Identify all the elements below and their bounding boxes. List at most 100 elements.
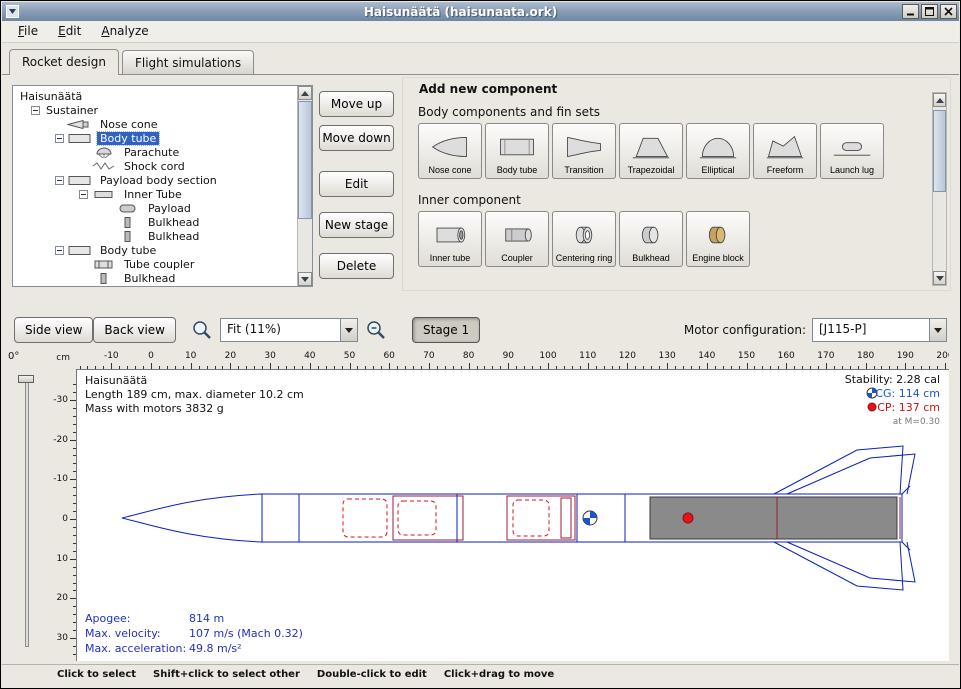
component-button-label: Centering ring <box>556 254 613 264</box>
close-button[interactable] <box>940 4 957 19</box>
view-toolbar: Side view Back view Fit (11%) Stage 1 Mo… <box>2 313 959 347</box>
tree-item-payload-body-section[interactable]: Payload body section <box>13 173 297 187</box>
rocket-name-label: Haisunäätä <box>85 374 147 387</box>
collapse-icon[interactable] <box>55 176 64 185</box>
tree-item-rocket-root[interactable]: Haisunäätä <box>13 89 297 103</box>
delete-button[interactable]: Delete <box>319 253 394 279</box>
menu-analyze[interactable]: Analyze <box>91 21 158 42</box>
tree-item-bulkhead[interactable]: Bulkhead <box>13 215 297 229</box>
tab-flight-simulations[interactable]: Flight simulations <box>122 50 254 74</box>
scroll-down-button[interactable] <box>933 271 946 285</box>
add-centering-ring-button[interactable]: Centering ring <box>552 211 616 267</box>
zoom-in-button[interactable] <box>362 317 390 343</box>
component-button-label: Freeform <box>767 166 804 176</box>
add-body-tube-button[interactable]: Body tube <box>485 123 549 179</box>
add-elliptical-fin-button[interactable]: Elliptical <box>686 123 750 179</box>
scroll-up-button[interactable] <box>933 93 946 107</box>
shock-cord-icon <box>91 160 117 173</box>
minimize-button[interactable] <box>902 4 919 19</box>
horizontal-ruler: -100102030405060708090100110120130140150… <box>76 349 949 369</box>
max-acceleration-label: Max. acceleration: <box>85 642 186 655</box>
stage-1-toggle[interactable]: Stage 1 <box>412 317 480 343</box>
add-inner-tube-button[interactable]: Inner tube <box>418 211 482 267</box>
component-button-label: Bulkhead <box>632 254 670 264</box>
menu-edit[interactable]: Edit <box>48 21 91 42</box>
add-bulkhead-button[interactable]: Bulkhead <box>619 211 683 267</box>
tab-label: Rocket design <box>22 55 106 69</box>
scrollbar-thumb[interactable] <box>298 101 312 219</box>
add-trapezoidal-fin-button[interactable]: Trapezoidal <box>619 123 683 179</box>
chevron-down-icon[interactable] <box>929 319 946 341</box>
rocket-dimensions-label: Length 189 cm, max. diameter 10.2 cm <box>85 388 304 401</box>
chevron-down-icon[interactable] <box>340 319 357 341</box>
new-stage-button[interactable]: New stage <box>319 212 394 238</box>
edit-button[interactable]: Edit <box>319 171 394 197</box>
scroll-down-button[interactable] <box>298 272 312 286</box>
add-launch-lug-button[interactable]: Launch lug <box>820 123 884 179</box>
titlebar[interactable]: Haisunäätä (haisunaata.ork) <box>2 2 959 21</box>
scroll-up-button[interactable] <box>298 86 312 100</box>
window-title: Haisunäätä (haisunaata.ork) <box>19 5 902 19</box>
add-coupler-button[interactable]: Coupler <box>485 211 549 267</box>
rotation-slider-track[interactable] <box>25 375 29 647</box>
tab-label: Flight simulations <box>135 56 241 70</box>
side-view-button[interactable]: Side view <box>14 317 93 343</box>
tree-scrollbar[interactable] <box>297 86 312 286</box>
collapse-icon[interactable] <box>55 134 64 143</box>
cg-value-label: CG: 114 cm <box>875 387 940 400</box>
motor-configuration-select[interactable]: [J115-P] <box>812 318 947 342</box>
add-engine-block-button[interactable]: Engine block <box>686 211 750 267</box>
tree-item-shock-cord[interactable]: Shock cord <box>13 159 297 173</box>
cp-value-label: CP: 137 cm <box>877 401 940 414</box>
body-tube-icon <box>67 174 93 187</box>
magnifier-icon <box>191 319 213 341</box>
zoom-out-button[interactable] <box>188 317 216 343</box>
collapse-icon[interactable] <box>55 246 64 255</box>
tree-item-label: Payload <box>145 202 194 215</box>
rocket-nose-cone[interactable] <box>122 494 262 542</box>
app-window: Haisunäätä (haisunaata.ork) File Edit An… <box>0 0 961 689</box>
minimize-icon <box>906 7 915 16</box>
max-acceleration-value: 49.8 m/s² <box>189 642 242 655</box>
tree-item-nose-cone[interactable]: Nose cone <box>13 117 297 131</box>
rocket-canvas[interactable]: Haisunäätä Length 189 cm, max. diameter … <box>76 369 949 661</box>
rotation-slider-thumb[interactable] <box>18 375 34 383</box>
tree-item-tube-coupler[interactable]: Tube coupler <box>13 257 297 271</box>
add-nose-cone-button[interactable]: Nose cone <box>418 123 482 179</box>
component-button-label: Trapezoidal <box>628 166 675 176</box>
body-tube-icon <box>497 134 537 160</box>
add-transition-button[interactable]: Transition <box>552 123 616 179</box>
flight-stats: Apogee: 814 m Max. velocity: 107 m/s (Ma… <box>85 612 303 655</box>
zoom-level-select[interactable]: Fit (11%) <box>220 318 358 342</box>
tree-item-sustainer[interactable]: Sustainer <box>13 103 297 117</box>
scrollbar-thumb[interactable] <box>933 110 946 192</box>
move-up-button[interactable]: Move up <box>319 91 394 117</box>
body-components-label: Body components and fin sets <box>418 105 950 119</box>
cg-marker <box>583 511 597 525</box>
back-view-button[interactable]: Back view <box>93 317 176 343</box>
move-down-button[interactable]: Move down <box>319 125 394 151</box>
parachute-icon <box>91 146 117 159</box>
menu-file[interactable]: File <box>8 21 48 42</box>
window-menu-icon[interactable] <box>6 5 19 18</box>
tree-item-body-tube-aft[interactable]: Body tube <box>13 243 297 257</box>
tree-item-payload[interactable]: Payload <box>13 201 297 215</box>
component-panel-scrollbar[interactable] <box>932 92 947 286</box>
tree-item-label: Body tube <box>97 132 159 145</box>
hint-shift-click: Shift+click to select other <box>153 669 300 680</box>
collapse-icon[interactable] <box>31 106 40 115</box>
tab-rocket-design[interactable]: Rocket design <box>9 49 119 75</box>
tree-item-label: Sustainer <box>43 104 101 117</box>
collapse-icon[interactable] <box>79 190 88 199</box>
tree-item-bulkhead-aft[interactable]: Bulkhead <box>13 271 297 285</box>
tree-item-parachute[interactable]: Parachute <box>13 145 297 159</box>
tree-item-inner-tube[interactable]: Inner Tube <box>13 187 297 201</box>
arrow-down-icon <box>936 276 944 281</box>
hint-double-click: Double-click to edit <box>317 669 427 680</box>
maximize-button[interactable] <box>921 4 938 19</box>
tree-item-bulkhead[interactable]: Bulkhead <box>13 229 297 243</box>
arrow-up-icon <box>301 91 309 96</box>
tree-item-body-tube[interactable]: Body tube <box>13 131 297 145</box>
freeform-fin-icon <box>765 134 805 160</box>
add-freeform-fin-button[interactable]: Freeform <box>753 123 817 179</box>
